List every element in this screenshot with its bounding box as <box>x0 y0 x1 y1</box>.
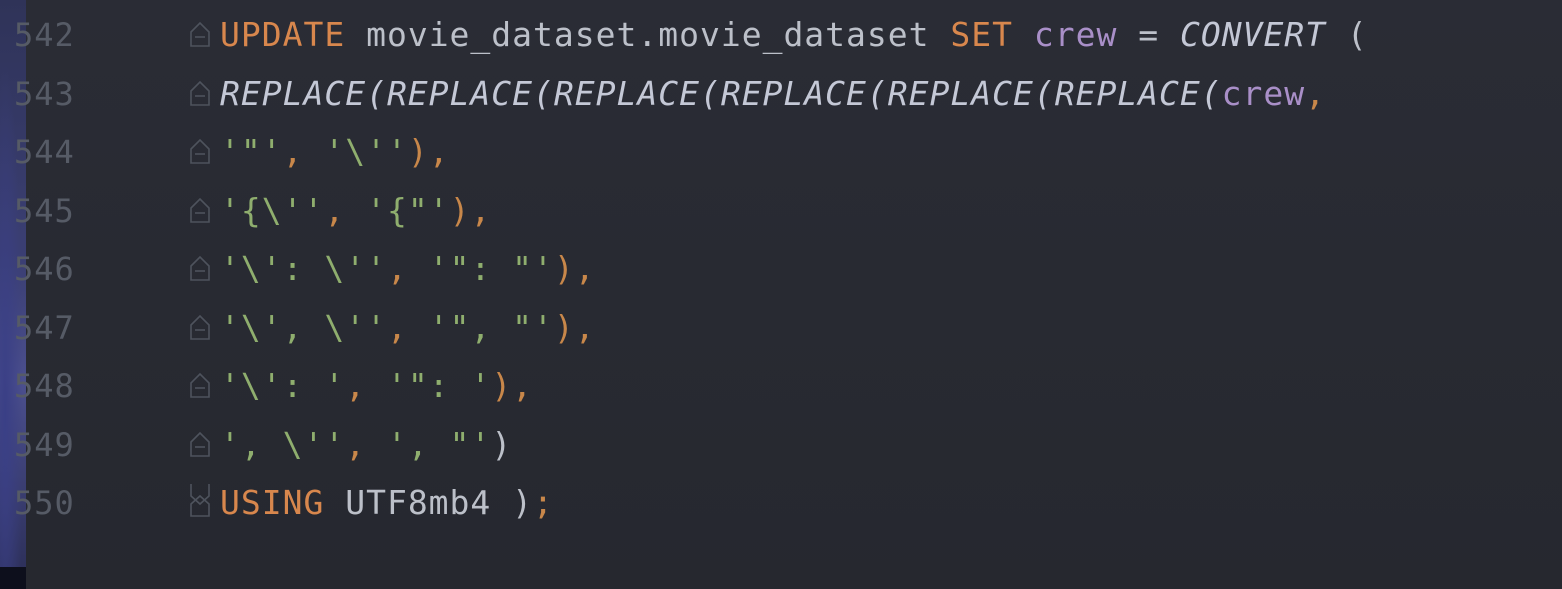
line-number: 548 <box>14 367 75 405</box>
fold-start-icon[interactable] <box>186 240 214 298</box>
line-number: 542 <box>14 16 75 54</box>
code-token: '", "' <box>428 307 554 347</box>
code-line[interactable]: '\': ', '": '), <box>220 357 1562 415</box>
code-line[interactable]: '\', \'', '", "'), <box>220 299 1562 357</box>
code-token: , <box>345 424 387 464</box>
code-token: '{\'' <box>220 190 325 230</box>
fold-start-icon[interactable] <box>186 357 214 415</box>
code-token: ; <box>533 483 554 522</box>
code-token: ), <box>491 366 534 405</box>
code-editor[interactable]: 542 543 544 545 546 547 548 549 550 UPDATE movie… <box>0 0 1562 589</box>
code-token: '\', \'' <box>220 307 387 347</box>
fold-start-icon[interactable] <box>186 6 214 64</box>
line-gutter: 542 543 544 545 546 547 548 549 550 <box>0 0 210 589</box>
code-token: ), <box>407 132 450 171</box>
line-number: 544 <box>14 133 75 171</box>
line-number: 547 <box>14 308 75 347</box>
code-token: , <box>386 249 429 288</box>
code-token: , <box>386 307 429 347</box>
fold-start-icon[interactable] <box>186 416 214 474</box>
code-token: movie_dataset.movie_dataset <box>345 15 951 54</box>
line-number: 546 <box>14 250 75 288</box>
code-token: '{"' <box>366 190 450 230</box>
code-token: , <box>282 132 325 171</box>
code-token: UTF8mb4 ) <box>324 483 534 522</box>
fold-start-icon[interactable] <box>186 123 214 181</box>
code-token: ), <box>553 307 596 347</box>
code-token: , <box>324 190 367 230</box>
fold-start-icon[interactable] <box>186 182 214 240</box>
line-number: 545 <box>14 191 75 230</box>
code-token: ', \'' <box>220 424 346 464</box>
code-line[interactable]: '\': \'', '": "'), <box>220 240 1562 298</box>
line-number: 543 <box>14 74 75 113</box>
code-token: '\': ' <box>220 366 346 405</box>
code-token: '\': \'' <box>220 249 387 288</box>
code-token: '"' <box>220 132 283 171</box>
code-line[interactable]: ', \'', ', "') <box>220 416 1562 474</box>
code-token: ) <box>491 424 513 464</box>
code-line[interactable]: '"', '\''), <box>220 123 1562 181</box>
code-token: crew <box>1033 15 1118 54</box>
code-token: ', "' <box>386 424 492 464</box>
code-line[interactable]: UPDATE movie_dataset.movie_dataset SET c… <box>220 6 1562 64</box>
code-line[interactable]: '{\'', '{"'), <box>220 182 1562 240</box>
fold-end-icon[interactable] <box>186 474 214 532</box>
code-token: ( <box>1326 15 1368 54</box>
code-token: ), <box>553 249 596 288</box>
code-token: CONVERT <box>1179 15 1327 54</box>
code-token: crew <box>1221 73 1306 113</box>
code-token: '": "' <box>428 249 554 288</box>
screen: 542 543 544 545 546 547 548 549 550 UPDATE movie… <box>0 0 1562 589</box>
fold-start-icon[interactable] <box>186 65 214 123</box>
code-token: '\'' <box>324 132 408 171</box>
code-token: '": ' <box>386 366 492 405</box>
code-token: = <box>1117 15 1180 54</box>
code-token: ), <box>449 190 492 230</box>
code-token: , <box>345 366 387 405</box>
code-line[interactable]: USING UTF8mb4 ); <box>220 474 1562 532</box>
code-token: , <box>1305 73 1327 113</box>
line-number: 549 <box>14 425 75 464</box>
code-line[interactable]: REPLACE(REPLACE(REPLACE(REPLACE(REPLACE(… <box>220 65 1562 123</box>
line-number: 550 <box>14 484 75 522</box>
code-token: UPDATE <box>220 15 346 54</box>
fold-start-icon[interactable] <box>186 299 214 357</box>
code-token: REPLACE(REPLACE(REPLACE(REPLACE(REPLACE(… <box>220 73 1222 113</box>
code-token: SET <box>950 15 1013 54</box>
code-token: USING <box>220 483 325 522</box>
